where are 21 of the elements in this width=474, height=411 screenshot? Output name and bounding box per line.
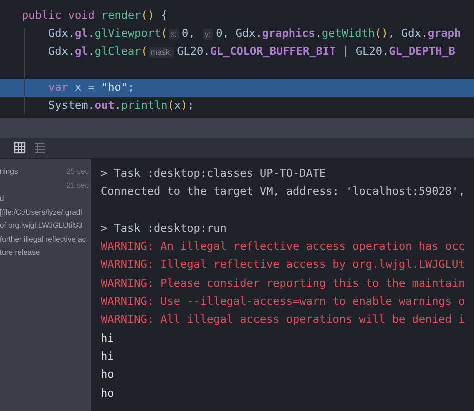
inlay-hint: y:: [202, 29, 214, 40]
console-line: ho: [101, 367, 116, 384]
inlay-hint: x:: [168, 29, 179, 40]
console-line: ho: [101, 386, 116, 402]
console-line: > Task :desktop:run: [101, 220, 228, 237]
table-icon[interactable]: [14, 142, 26, 154]
console-line: hi: [101, 348, 116, 365]
warning-line: WARNING: Illegal reflective access by org.lwjgl.LWJGLUt: [101, 257, 466, 274]
console-line: > Task :desktop:classes UP-TO-DATE: [101, 166, 328, 182]
console-line: hi: [101, 330, 116, 347]
warning-line: WARNING: Use --illegal-access=warn to enable warnings o: [101, 294, 466, 310]
console-line: Connected to the target VM, address: 'localhost:59028',: [101, 184, 466, 200]
code-line: public void render() {: [21, 8, 169, 24]
code-line: Gdx.gl.glClear( mask: GL20.GL_COLOR_BUFFER_BIT | GL20.GL_DEPTH_B: [47, 44, 456, 60]
warning-line: WARNING: Please consider reporting this to the maintain: [101, 276, 466, 292]
warning-line: WARNING: An illegal reflective access operation has occ: [101, 239, 466, 256]
list-icon[interactable]: [34, 142, 46, 154]
warning-line: WARNING: All illegal access operations will be denied i: [101, 312, 466, 328]
code-line: System.out.println(x);: [47, 98, 196, 114]
code-line: Gdx.gl.glViewport( x: 0, y: 0, Gdx.graphics.getWidth(), Gdx.graph: [47, 26, 462, 42]
inlay-hint: mask:: [148, 47, 174, 58]
